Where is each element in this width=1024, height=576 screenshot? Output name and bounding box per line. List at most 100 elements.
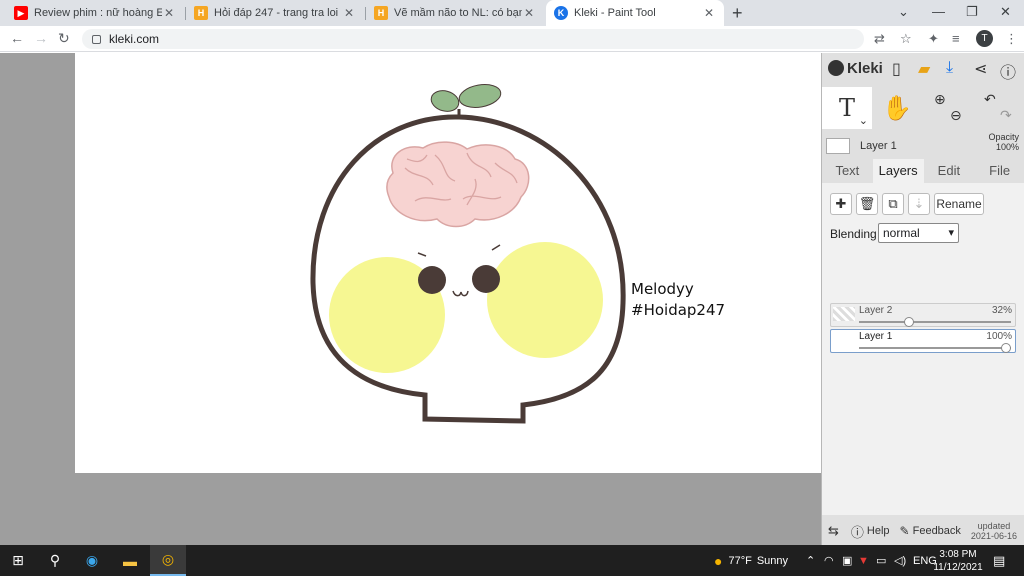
close-tab-icon[interactable]: ✕ bbox=[342, 6, 356, 20]
chrome-icon[interactable]: ◎ bbox=[150, 545, 186, 576]
search-icon[interactable]: ⚲ bbox=[38, 545, 72, 576]
menu-icon[interactable]: ⋮ bbox=[1005, 31, 1018, 47]
duplicate-layer-button[interactable]: ⧉ bbox=[882, 193, 904, 215]
layers-tab-body: ✚ 🗑 ⧉ ⇣ Rename Blending normal Layer 2 3… bbox=[822, 183, 1024, 515]
sprout-leaf-right bbox=[458, 84, 502, 108]
opacity-slider-track[interactable] bbox=[859, 321, 1011, 323]
help-icon[interactable]: ⓘ bbox=[851, 522, 864, 541]
current-layer-name: Layer 1 bbox=[860, 140, 897, 152]
weather-desc: Sunny bbox=[756, 554, 789, 567]
translate-icon[interactable]: ⇄ bbox=[874, 31, 885, 47]
drawing bbox=[310, 84, 626, 424]
hoidap-icon: H bbox=[194, 6, 208, 20]
browser-tab-4[interactable]: K Kleki - Paint Tool ✕ bbox=[546, 0, 724, 26]
forward-icon[interactable]: → bbox=[34, 30, 48, 46]
kleki-logo: Kleki bbox=[828, 60, 883, 77]
merge-down-button[interactable]: ⇣ bbox=[908, 193, 930, 215]
blending-select[interactable]: normal bbox=[878, 223, 959, 243]
hand-icon: ✋ bbox=[882, 94, 912, 122]
extensions-icon[interactable]: ✦ bbox=[928, 31, 939, 47]
tray-chevron-icon[interactable]: ⌃ bbox=[806, 545, 815, 576]
left-eye bbox=[418, 266, 446, 294]
reload-icon[interactable]: ↻ bbox=[58, 30, 70, 47]
bookmark-star-icon[interactable]: ☆ bbox=[900, 31, 912, 47]
clock[interactable]: 3:08 PM 11/12/2021 bbox=[930, 548, 986, 574]
opacity-slider-knob[interactable] bbox=[1001, 343, 1011, 353]
add-layer-button[interactable]: ✚ bbox=[830, 193, 852, 215]
layer-row-layer-2[interactable]: Layer 2 32% bbox=[830, 303, 1016, 327]
kleki-panel: Kleki ▯ ▰ ⤓ ⋖ ⓘ T ⌄ ✋ ⊕ ⊖ ↶ ↷ Layer 1 Op… bbox=[821, 53, 1024, 545]
notifications-icon[interactable]: ▤ bbox=[993, 545, 1005, 576]
weather-temp: 77°F bbox=[728, 554, 752, 567]
delete-layer-button[interactable]: 🗑 bbox=[856, 193, 878, 215]
weather-widget[interactable]: ● 77°F Sunny bbox=[714, 545, 788, 576]
opacity-slider-knob[interactable] bbox=[904, 317, 915, 327]
tab-title: Review phim : nữ hoàng Elizabeth bbox=[34, 7, 162, 19]
kleki-icon: K bbox=[554, 6, 568, 20]
zoom-buttons: ⊕ ⊖ bbox=[922, 87, 972, 129]
maximize-icon[interactable]: ❐ bbox=[966, 4, 978, 20]
close-tab-icon[interactable]: ✕ bbox=[162, 6, 176, 20]
share-icon[interactable]: ⋖ bbox=[974, 59, 987, 79]
camera-icon[interactable]: ▣ bbox=[842, 545, 852, 576]
text-tool-button[interactable]: T ⌄ bbox=[822, 87, 872, 129]
close-tab-icon[interactable]: ✕ bbox=[522, 6, 536, 20]
tab-search-icon[interactable]: ⌄ bbox=[898, 4, 909, 20]
chevron-down-icon[interactable]: ⌄ bbox=[859, 114, 868, 127]
blending-value: normal bbox=[883, 226, 920, 240]
opacity-label: Opacity bbox=[988, 132, 1019, 142]
app-tray-icon[interactable]: ▼ bbox=[858, 545, 869, 576]
swap-side-icon[interactable]: ⇆ bbox=[828, 523, 839, 539]
tab-text[interactable]: Text bbox=[822, 159, 873, 183]
browser-tab-1[interactable]: ▶ Review phim : nữ hoàng Elizabeth ✕ bbox=[6, 0, 184, 26]
layer-opacity: 32% bbox=[991, 305, 1012, 316]
current-layer-opacity: Opacity 100% bbox=[988, 132, 1019, 152]
volume-icon[interactable]: ◁) bbox=[894, 545, 906, 576]
kleki-logo-text: Kleki bbox=[847, 59, 883, 77]
address-bar[interactable]: kleki.com bbox=[82, 29, 864, 49]
open-folder-icon[interactable]: ▰ bbox=[918, 59, 930, 79]
current-layer-bar[interactable]: Layer 1 Opacity 100% bbox=[826, 132, 1021, 157]
help-link[interactable]: Help bbox=[867, 525, 890, 537]
blending-label: Blending bbox=[830, 227, 877, 241]
browser-tab-2[interactable]: H Hỏi đáp 247 - trang tra loi ✕ bbox=[186, 0, 364, 26]
network-icon[interactable]: ▭ bbox=[876, 545, 886, 576]
zoom-in-icon[interactable]: ⊕ bbox=[934, 91, 946, 108]
tab-edit[interactable]: Edit bbox=[924, 159, 975, 183]
rename-button[interactable]: Rename bbox=[934, 193, 984, 215]
clock-date: 11/12/2021 bbox=[933, 562, 983, 573]
layer-row-layer-1[interactable]: Layer 1 100% bbox=[830, 329, 1016, 353]
wifi-icon[interactable]: ◠ bbox=[824, 545, 834, 576]
help-circle-icon[interactable]: ⓘ bbox=[1000, 59, 1016, 83]
feedback-icon[interactable]: ✎ bbox=[900, 524, 910, 538]
tab-title: Kleki - Paint Tool bbox=[574, 7, 656, 19]
layer-name: Layer 2 bbox=[859, 305, 893, 316]
windows-start-icon[interactable]: ⊞ bbox=[0, 545, 36, 576]
layer-opacity: 100% bbox=[986, 331, 1012, 342]
new-tab-icon[interactable]: + bbox=[732, 3, 743, 24]
youtube-icon: ▶ bbox=[14, 6, 28, 20]
zoom-out-icon[interactable]: ⊖ bbox=[950, 107, 962, 124]
hand-tool-button[interactable]: ✋ bbox=[872, 87, 922, 129]
edge-icon[interactable]: ◉ bbox=[74, 545, 110, 576]
profile-avatar[interactable]: T bbox=[976, 30, 993, 47]
close-window-icon[interactable]: ✕ bbox=[1000, 4, 1011, 20]
sprout-leaf-left bbox=[430, 90, 460, 112]
opacity-slider-track[interactable] bbox=[859, 347, 1011, 349]
tab-layers[interactable]: Layers bbox=[872, 159, 924, 183]
browser-tab-3[interactable]: H Vẽ mầm não to NL: có bạn nào c ✕ bbox=[366, 0, 544, 26]
close-tab-icon[interactable]: ✕ bbox=[702, 6, 716, 20]
download-icon[interactable]: ⤓ bbox=[946, 59, 953, 77]
file-explorer-icon[interactable]: ▬ bbox=[112, 545, 148, 576]
layer-name: Layer 1 bbox=[859, 331, 893, 342]
minimize-icon[interactable]: — bbox=[932, 4, 945, 19]
redo-icon[interactable]: ↷ bbox=[1000, 107, 1012, 124]
tab-file[interactable]: File bbox=[974, 159, 1024, 183]
new-image-icon[interactable]: ▯ bbox=[892, 59, 901, 79]
feedback-link[interactable]: Feedback bbox=[913, 525, 961, 537]
media-control-icon[interactable]: ≡ bbox=[952, 31, 960, 46]
undo-icon[interactable]: ↶ bbox=[984, 91, 996, 108]
drawing-canvas[interactable]: Melodyy #Hoidap247 bbox=[75, 53, 821, 473]
back-icon[interactable]: ← bbox=[10, 30, 24, 46]
tab-title: Hỏi đáp 247 - trang tra loi bbox=[214, 7, 339, 19]
